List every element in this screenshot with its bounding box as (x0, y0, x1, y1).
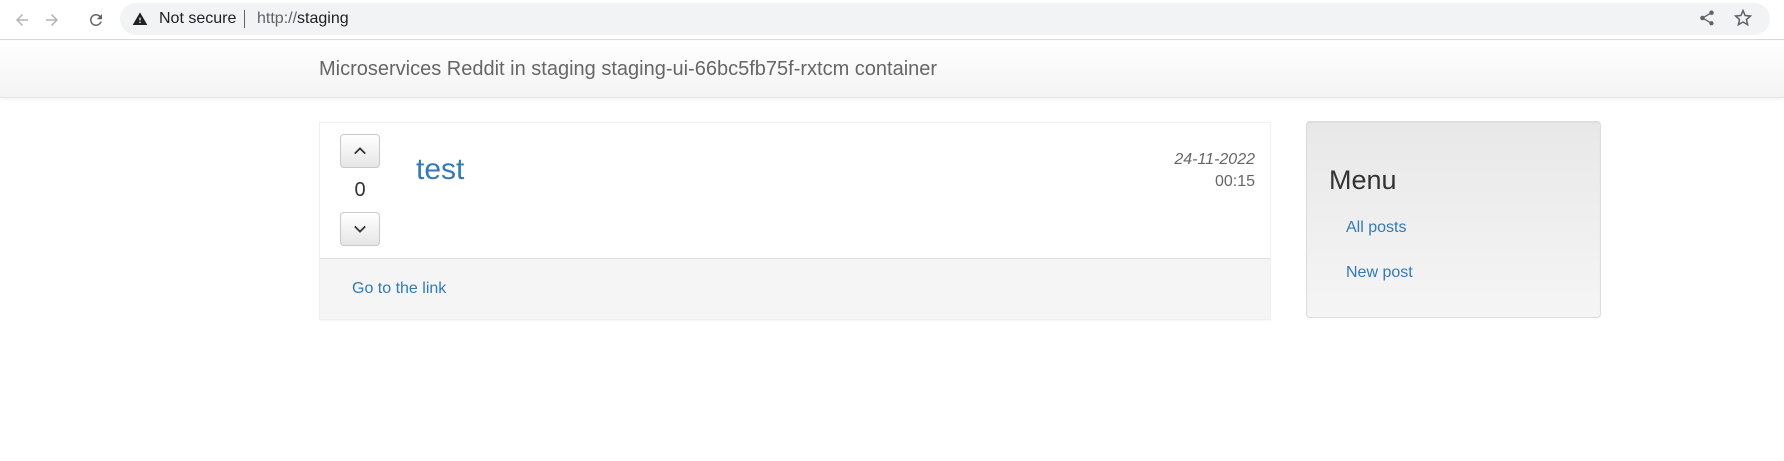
post-date: 24-11-2022 (1174, 151, 1255, 168)
menu-title: Menu (1329, 165, 1397, 195)
chevron-up-icon (354, 147, 366, 155)
share-icon (1700, 10, 1714, 26)
site-navbar: Microservices Reddit in staging staging-… (0, 41, 1784, 98)
reload-icon (89, 13, 102, 26)
reload-button[interactable] (82, 6, 110, 34)
browser-toolbar: Not secure http://staging (0, 0, 1784, 40)
menu-item-new-post[interactable]: New post (1346, 263, 1413, 283)
address-bar[interactable]: Not secure http://staging (120, 3, 1770, 35)
warning-triangle-icon (132, 12, 148, 25)
sidebar-menu: Menu All posts New post (1306, 121, 1601, 318)
go-to-link[interactable]: Go to the link (352, 279, 446, 299)
arrow-left-icon (16, 14, 28, 26)
bookmark-button[interactable] (1733, 8, 1754, 29)
security-status-label[interactable]: Not secure (159, 11, 236, 27)
url-host: staging (297, 10, 349, 27)
forward-button[interactable] (38, 6, 66, 34)
post-time: 00:15 (1214, 173, 1255, 190)
arrow-right-icon (46, 14, 58, 26)
upvote-button[interactable] (340, 134, 380, 168)
post-card: 0 test 24-11-2022 00:15 Go to the link (319, 122, 1271, 320)
post-footer: Go to the link (320, 258, 1270, 319)
site-brand[interactable]: Microservices Reddit in staging staging-… (319, 57, 937, 81)
vote-count: 0 (354, 179, 366, 201)
post-title-link[interactable]: test (416, 153, 464, 187)
back-button[interactable] (8, 6, 36, 34)
downvote-button[interactable] (340, 212, 380, 246)
address-separator (244, 10, 245, 28)
menu-item-all-posts[interactable]: All posts (1346, 218, 1406, 238)
url-text[interactable]: http://staging (257, 11, 349, 27)
url-scheme: http:// (257, 10, 298, 27)
star-icon (1733, 8, 1753, 27)
chevron-down-icon (354, 225, 366, 233)
share-button[interactable] (1698, 9, 1718, 29)
